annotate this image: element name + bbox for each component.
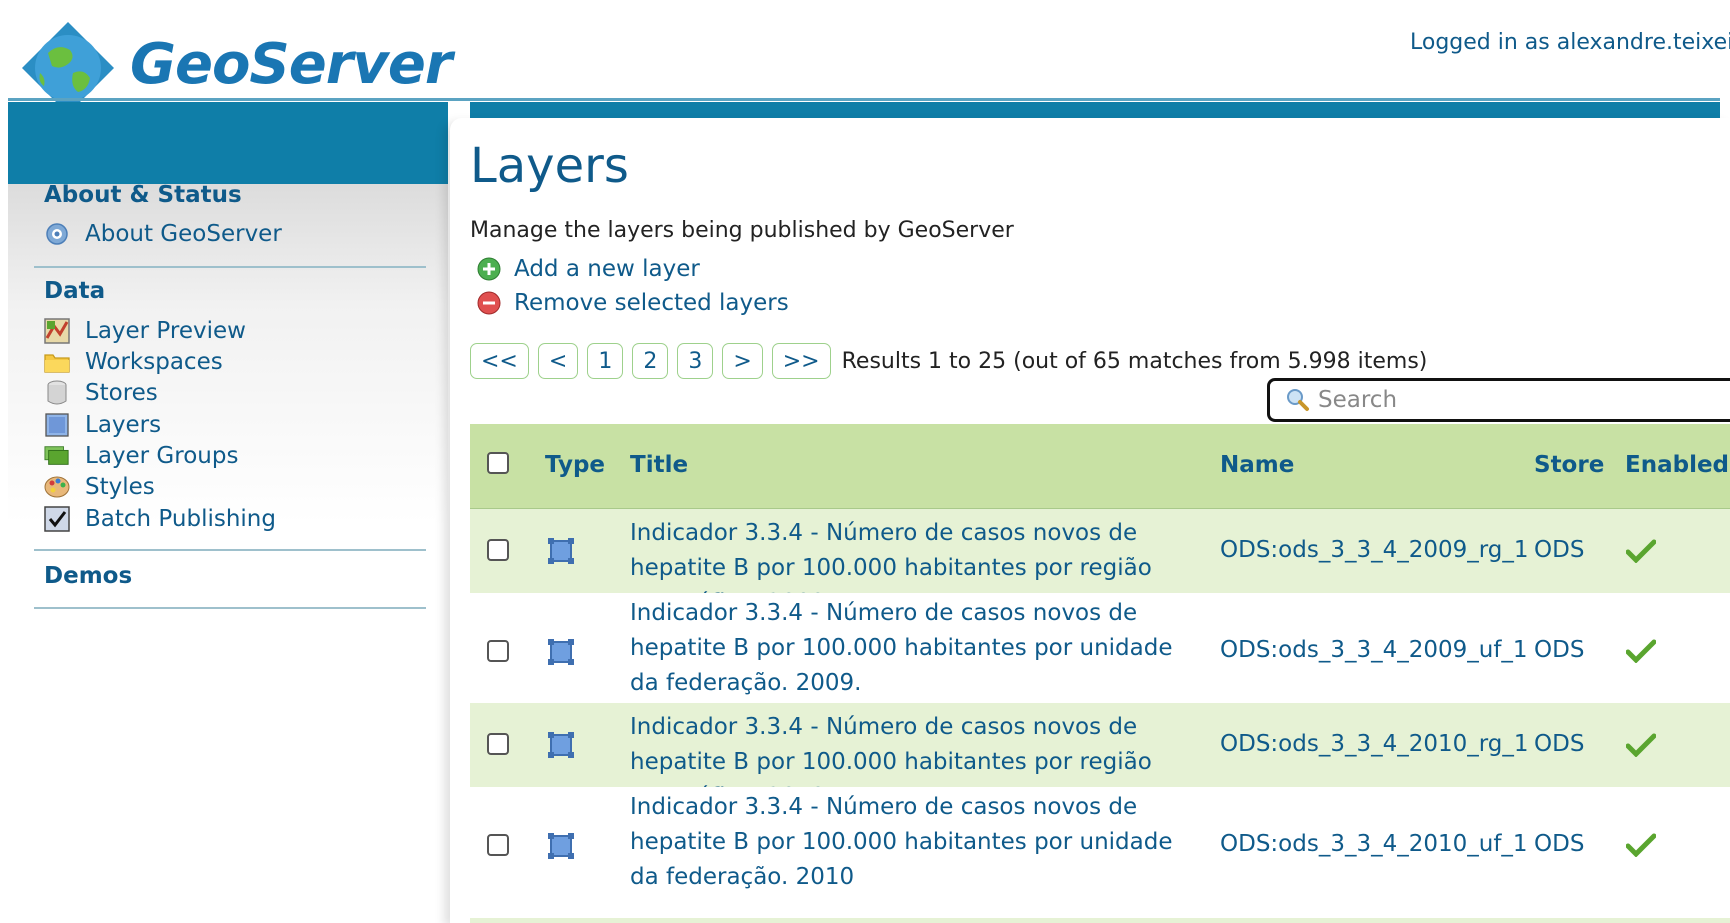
sidebar-item-label: About GeoServer (85, 221, 282, 247)
layer-title-link[interactable]: Indicador 3.3.4 - Número de casos novos … (630, 596, 1190, 701)
search-box (1267, 378, 1730, 422)
content-banner (470, 102, 1720, 118)
layer-store-link[interactable]: ODS (1534, 533, 1584, 568)
sidebar-item-layers[interactable]: Layers (44, 412, 161, 438)
layer-store-link[interactable]: ODS (1534, 727, 1584, 762)
sidebar-item-label: Layers (85, 412, 162, 438)
sidebar-divider (34, 266, 426, 268)
page-1-button[interactable]: 1 (587, 343, 624, 379)
sidebar-item-about-geoserver[interactable]: About GeoServer (44, 221, 282, 247)
sidebar-item-label: Styles (85, 474, 155, 500)
sidebar-item-layer-groups[interactable]: Layer Groups (44, 443, 238, 469)
page-title: Layers (470, 138, 629, 194)
folder-icon (44, 349, 70, 375)
polygon-layer-icon (548, 833, 574, 859)
polygon-layer-icon (548, 639, 574, 665)
row-checkbox[interactable] (487, 733, 509, 755)
enabled-check-icon (1626, 733, 1656, 757)
remove-layers-link[interactable]: Remove selected layers (476, 290, 789, 316)
checkbox-icon (44, 506, 70, 532)
polygon-layer-icon (548, 732, 574, 758)
sidebar-item-label: Layer Groups (85, 443, 239, 469)
sidebar-item-styles[interactable]: Styles (44, 474, 155, 500)
sidebar-heading-data[interactable]: Data (44, 278, 105, 304)
table-row: Indicador 3.3.4 - Número de casos novos … (470, 593, 1730, 703)
palette-icon (44, 474, 70, 500)
first-page-button[interactable]: << (470, 343, 529, 379)
sidebar-item-label: Stores (85, 380, 158, 406)
table-row-partial (470, 918, 1730, 923)
results-count: Results 1 to 25 (out of 65 matches from … (841, 348, 1428, 374)
sidebar-item-label: Batch Publishing (85, 506, 276, 532)
sidebar-item-label: Workspaces (85, 349, 223, 375)
layer-title-link[interactable]: Indicador 3.3.4 - Número de casos novos … (630, 790, 1190, 895)
layer-store-link[interactable]: ODS (1534, 827, 1584, 862)
table-row: Indicador 3.3.4 - Número de casos novos … (470, 509, 1730, 616)
enabled-check-icon (1626, 833, 1656, 857)
sidebar-divider (34, 607, 426, 609)
add-icon (476, 256, 502, 282)
add-layer-link[interactable]: Add a new layer (476, 256, 700, 282)
layer-name-link[interactable]: ODS:ods_3_3_4_2009_rg_1 (1220, 533, 1529, 568)
search-icon (1284, 387, 1310, 413)
info-icon (44, 221, 70, 247)
sidebar-item-batch-publishing[interactable]: Batch Publishing (44, 506, 276, 532)
layer-name-link[interactable]: ODS:ods_3_3_4_2010_rg_1 (1220, 727, 1529, 762)
sidebar-heading-about-status[interactable]: About & Status (44, 182, 242, 208)
remove-layers-label: Remove selected layers (514, 290, 789, 316)
sidebar-item-label: Layer Preview (85, 318, 246, 344)
remove-icon (476, 290, 502, 316)
page-description: Manage the layers being published by Geo… (470, 218, 1014, 243)
polygon-layer-icon (548, 538, 574, 564)
layer-preview-icon (44, 318, 70, 344)
enabled-check-icon (1626, 539, 1656, 563)
sidebar-item-stores[interactable]: Stores (44, 380, 158, 406)
logged-in-text: Logged in as alexandre.teixeira (1410, 30, 1730, 55)
last-page-button[interactable]: >> (771, 343, 831, 379)
select-all-checkbox[interactable] (487, 452, 509, 474)
database-icon (44, 380, 70, 406)
row-checkbox[interactable] (487, 640, 509, 662)
add-layer-label: Add a new layer (514, 256, 700, 282)
row-checkbox[interactable] (487, 834, 509, 856)
row-checkbox[interactable] (487, 539, 509, 561)
layer-name-link[interactable]: ODS:ods_3_3_4_2009_uf_1 (1220, 633, 1528, 668)
header-divider (8, 98, 1720, 101)
table-header: Type Title Name Store Enabled (470, 424, 1730, 509)
sidebar-item-workspaces[interactable]: Workspaces (44, 349, 223, 375)
layer-group-icon (44, 443, 70, 469)
sidebar-banner (8, 102, 448, 184)
table-row: Indicador 3.3.4 - Número de casos novos … (470, 787, 1730, 897)
sidebar-divider (34, 549, 426, 551)
layer-icon (44, 412, 70, 438)
layer-name-link[interactable]: ODS:ods_3_3_4_2010_uf_1 (1220, 827, 1528, 862)
search-input[interactable] (1316, 386, 1720, 414)
next-page-button[interactable]: > (722, 343, 763, 379)
layer-store-link[interactable]: ODS (1534, 633, 1584, 668)
column-header-name[interactable]: Name (1220, 452, 1294, 478)
column-header-title[interactable]: Title (630, 452, 688, 478)
table-row: Indicador 3.3.4 - Número de casos novos … (470, 703, 1730, 810)
pagination: << < 1 2 3 > >> Results 1 to 25 (out of … (470, 343, 1427, 379)
sidebar-item-layer-preview[interactable]: Layer Preview (44, 318, 246, 344)
sidebar-heading-demos[interactable]: Demos (44, 563, 132, 589)
column-header-type[interactable]: Type (545, 452, 605, 478)
page-2-button[interactable]: 2 (632, 343, 669, 379)
logo-text: GeoServer (130, 32, 452, 97)
header: GeoServer Logged in as alexandre.teixeir… (0, 0, 1730, 114)
enabled-check-icon (1626, 639, 1656, 663)
page-3-button[interactable]: 3 (677, 343, 714, 379)
column-header-store[interactable]: Store (1534, 452, 1604, 478)
column-header-enabled[interactable]: Enabled (1625, 452, 1729, 478)
prev-page-button[interactable]: < (537, 343, 579, 379)
